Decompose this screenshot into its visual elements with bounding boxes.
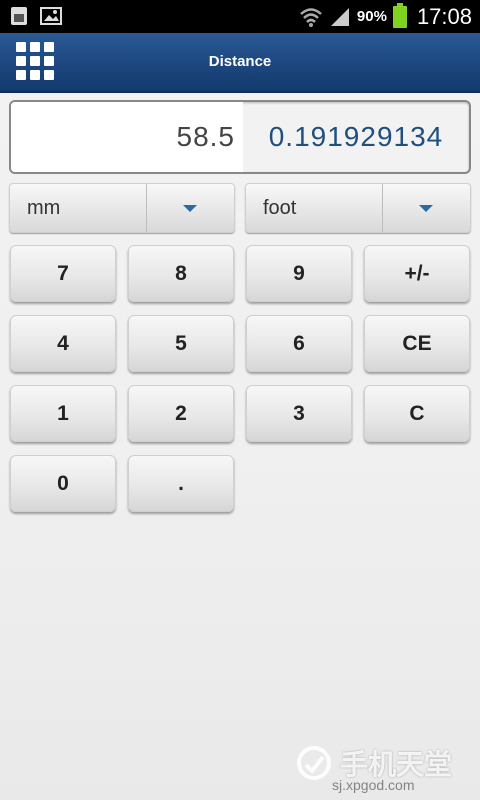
chevron-down-icon[interactable] — [183, 205, 197, 212]
to-unit-select[interactable]: foot — [245, 183, 471, 233]
key-2[interactable]: 2 — [128, 385, 234, 442]
key-4[interactable]: 4 — [10, 315, 116, 372]
grid-dot — [16, 42, 26, 52]
from-unit-label: mm — [27, 197, 61, 219]
signal-icon — [330, 7, 349, 26]
grid-dot — [16, 70, 26, 80]
select-divider — [146, 184, 147, 232]
key-3[interactable]: 3 — [246, 385, 352, 442]
status-bar: 90% 17:08 — [0, 0, 480, 33]
key-1[interactable]: 1 — [10, 385, 116, 442]
sim-card-icon — [11, 7, 27, 25]
battery-icon — [392, 2, 407, 28]
grid-dot — [16, 56, 26, 66]
grid-dot — [30, 70, 40, 80]
status-time: 17:08 — [416, 3, 472, 29]
key-9[interactable]: 9 — [246, 245, 352, 302]
to-unit-label: foot — [263, 197, 297, 219]
select-divider — [382, 184, 383, 232]
grid-menu-icon[interactable] — [16, 42, 54, 80]
input-value[interactable]: 58.5 — [11, 102, 243, 172]
clear-entry-button[interactable]: CE — [364, 315, 470, 372]
grid-dot — [30, 42, 40, 52]
status-left-icons — [8, 6, 62, 26]
grid-dot — [30, 56, 40, 66]
conversion-display: 58.5 0.191929134 — [9, 100, 471, 174]
battery-percent: 90% — [356, 8, 387, 25]
clear-button[interactable]: C — [364, 385, 470, 442]
status-right-icons: 90% 17:08 — [299, 0, 472, 33]
output-value: 0.191929134 — [268, 121, 444, 152]
key-7[interactable]: 7 — [10, 245, 116, 302]
grid-dot — [44, 70, 54, 80]
chevron-down-icon[interactable] — [419, 205, 433, 212]
from-unit-select[interactable]: mm — [9, 183, 235, 233]
app-bar: Distance — [0, 33, 480, 93]
key-0[interactable]: 0 — [10, 455, 116, 512]
key-6[interactable]: 6 — [246, 315, 352, 372]
key-5[interactable]: 5 — [128, 315, 234, 372]
grid-dot — [44, 56, 54, 66]
grid-dot — [44, 42, 54, 52]
decimal-point-button[interactable]: . — [128, 455, 234, 512]
wifi-icon — [300, 7, 322, 27]
watermark-logo-icon — [297, 746, 331, 780]
app-title: Distance — [208, 53, 272, 70]
watermark: 手机天堂 sj.xpgod.com — [292, 737, 462, 795]
key-8[interactable]: 8 — [128, 245, 234, 302]
image-icon — [40, 7, 62, 25]
sign-toggle-button[interactable]: +/- — [364, 245, 470, 302]
watermark-url: sj.xpgod.com — [332, 777, 415, 793]
